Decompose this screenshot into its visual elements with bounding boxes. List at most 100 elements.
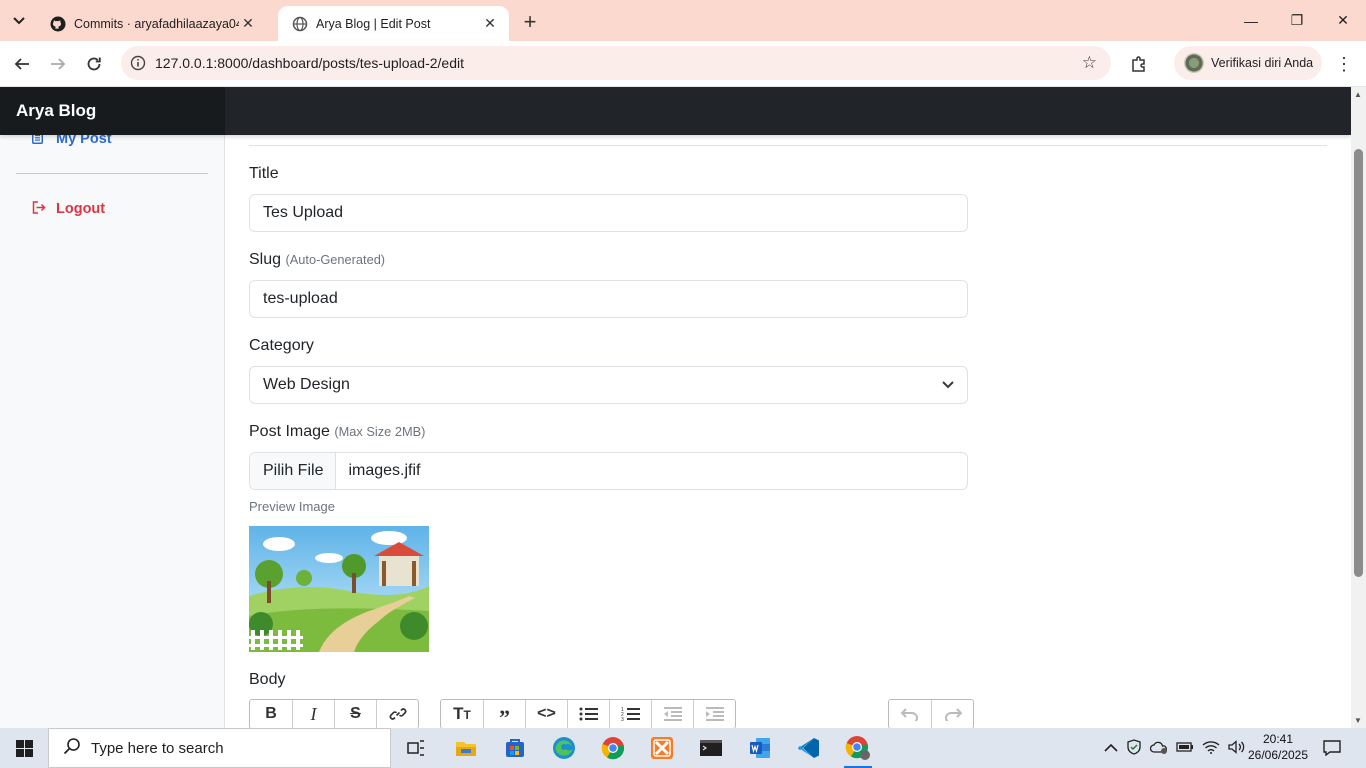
- code-icon[interactable]: <>: [525, 700, 567, 728]
- choose-file-button[interactable]: Pilih File: [250, 453, 337, 489]
- title-label: Title: [249, 165, 279, 182]
- onedrive-icon[interactable]: [1149, 740, 1168, 757]
- scroll-thumb[interactable]: [1354, 149, 1363, 577]
- scroll-up-icon[interactable]: ▲: [1354, 90, 1362, 99]
- tab-edit-post[interactable]: Arya Blog | Edit Post ✕: [278, 6, 509, 41]
- slug-hint: (Auto-Generated): [285, 252, 386, 267]
- microsoft-store-icon[interactable]: [491, 728, 539, 768]
- new-tab-button[interactable]: +: [518, 9, 542, 34]
- sidebar-divider: [16, 173, 208, 174]
- main-content: Title Tes Upload Slug (Auto-Generated) t…: [226, 135, 1351, 728]
- site-info-icon[interactable]: [121, 55, 155, 71]
- bookmark-star-icon[interactable]: ☆: [1082, 53, 1097, 73]
- bold-icon[interactable]: B: [250, 700, 292, 728]
- italic-icon[interactable]: I: [292, 700, 334, 728]
- indent-icon[interactable]: [693, 700, 735, 728]
- history-tools-group: [888, 699, 974, 728]
- scroll-down-icon[interactable]: ▼: [1354, 716, 1362, 725]
- clock-time: 20:41: [1262, 732, 1294, 746]
- strikethrough-icon[interactable]: S: [334, 700, 376, 728]
- extensions-icon[interactable]: [1126, 51, 1152, 77]
- chrome-profile-icon[interactable]: [834, 728, 882, 768]
- undo-icon[interactable]: [889, 700, 931, 728]
- tab-search-button[interactable]: [6, 8, 32, 34]
- browser-toolbar: 127.0.0.1:8000/dashboard/posts/tes-uploa…: [0, 41, 1366, 87]
- minimize-icon[interactable]: —: [1228, 0, 1274, 41]
- url-text: 127.0.0.1:8000/dashboard/posts/tes-uploa…: [155, 55, 465, 71]
- post-image-hint: (Max Size 2MB): [334, 424, 426, 439]
- kebab-menu-icon[interactable]: ⋮: [1332, 51, 1356, 77]
- github-icon: [50, 16, 66, 31]
- clock-date: 26/06/2025: [1247, 748, 1309, 762]
- close-icon[interactable]: ✕: [481, 15, 499, 33]
- search-icon: [63, 737, 81, 760]
- close-icon[interactable]: ✕: [239, 15, 257, 33]
- block-tools-group: TT ” <> 123: [440, 699, 736, 728]
- notification-icon[interactable]: [1320, 737, 1344, 759]
- profile-label: Verifikasi diri Anda: [1211, 56, 1314, 70]
- chevron-up-icon[interactable]: [1104, 741, 1118, 756]
- restore-icon[interactable]: ❐: [1274, 0, 1320, 41]
- word-icon[interactable]: [736, 728, 784, 768]
- vscode-icon[interactable]: [785, 728, 833, 768]
- terminal-icon[interactable]: [687, 728, 735, 768]
- profile-button[interactable]: Verifikasi diri Anda: [1174, 46, 1322, 80]
- wifi-icon[interactable]: [1202, 740, 1220, 757]
- back-icon[interactable]: [8, 50, 36, 78]
- chrome-icon[interactable]: [589, 728, 637, 768]
- sidebar-item-logout[interactable]: Logout: [32, 201, 105, 217]
- file-input[interactable]: Pilih File images.jfif: [249, 452, 968, 490]
- sidebar: My Post Logout: [0, 131, 225, 728]
- bullet-list-icon[interactable]: [567, 700, 609, 728]
- browser-tab-strip: Commits · aryafadhilaazaya04/U ✕ Arya Bl…: [0, 0, 1366, 41]
- tab-commits[interactable]: Commits · aryafadhilaazaya04/U ✕: [36, 6, 267, 41]
- text-tools-group: B I S: [249, 699, 419, 728]
- clock[interactable]: 20:41 26/06/2025: [1240, 731, 1316, 763]
- web-page: Arya Blog My Post Logout Title Tes Uploa…: [0, 87, 1366, 728]
- top-navbar: Arya Blog: [0, 87, 1351, 135]
- brand-logo[interactable]: Arya Blog: [0, 87, 225, 135]
- post-image-label-text: Post Image: [249, 423, 330, 440]
- search-placeholder: Type here to search: [91, 739, 224, 757]
- title-input[interactable]: Tes Upload: [249, 194, 968, 232]
- category-select[interactable]: Web Design: [249, 366, 968, 404]
- quote-icon[interactable]: ”: [483, 700, 525, 728]
- chevron-down-icon: [13, 17, 25, 25]
- preview-image: [249, 526, 429, 652]
- category-selected-value: Web Design: [263, 376, 350, 393]
- forward-icon[interactable]: [44, 50, 72, 78]
- tab-title: Commits · aryafadhilaazaya04/U: [74, 16, 239, 31]
- shield-icon[interactable]: [1126, 738, 1142, 758]
- post-image-label: Post Image (Max Size 2MB): [249, 423, 425, 441]
- task-view-icon[interactable]: [392, 728, 440, 768]
- link-icon[interactable]: [376, 700, 418, 728]
- battery-icon[interactable]: [1176, 741, 1194, 756]
- numbered-list-icon[interactable]: 123: [609, 700, 651, 728]
- system-tray: [1100, 728, 1250, 768]
- address-bar[interactable]: 127.0.0.1:8000/dashboard/posts/tes-uploa…: [121, 46, 1111, 80]
- slug-label: Slug (Auto-Generated): [249, 251, 385, 269]
- tab-title: Arya Blog | Edit Post: [316, 16, 431, 31]
- svg-text:3: 3: [621, 717, 624, 722]
- avatar: [1184, 53, 1204, 73]
- editor-toolbar: B I S TT ” <> 123: [249, 699, 974, 728]
- outdent-icon[interactable]: [651, 700, 693, 728]
- category-label: Category: [249, 337, 314, 354]
- logout-icon: [32, 201, 46, 217]
- page-scrollbar[interactable]: ▲ ▼: [1351, 87, 1366, 728]
- slug-input[interactable]: tes-upload: [249, 280, 968, 318]
- edge-browser-icon[interactable]: [540, 728, 588, 768]
- file-explorer-icon[interactable]: [442, 728, 490, 768]
- heading-icon[interactable]: TT: [441, 700, 483, 728]
- close-window-icon[interactable]: ✕: [1320, 0, 1366, 41]
- globe-icon: [292, 16, 308, 31]
- windows-taskbar: Type here to search 20:41 26/06/2025: [0, 728, 1366, 768]
- xampp-icon[interactable]: [638, 728, 686, 768]
- reload-icon[interactable]: [80, 50, 108, 78]
- preview-image-label: Preview Image: [249, 499, 335, 514]
- redo-icon[interactable]: [931, 700, 973, 728]
- body-label: Body: [249, 671, 286, 688]
- taskbar-search-input[interactable]: Type here to search: [48, 728, 391, 768]
- file-name: images.jfif: [348, 462, 421, 479]
- windows-start-icon[interactable]: [0, 728, 48, 768]
